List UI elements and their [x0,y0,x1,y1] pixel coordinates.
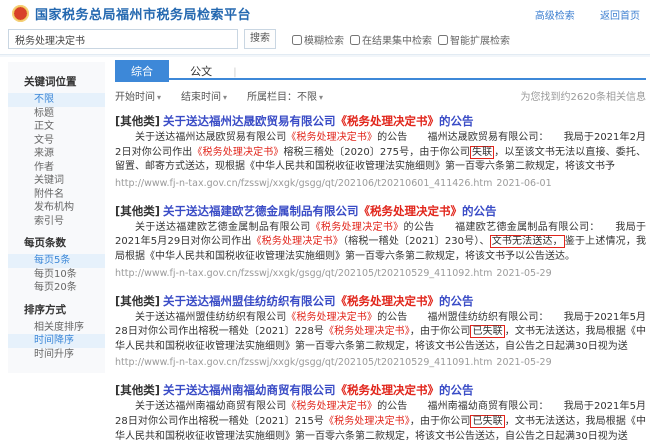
search-result-1: [其他类]关于送达福州达晟欧贸易有限公司《税务处理决定书》的公告 关于送达福州达… [115,114,646,189]
result-title: [其他类]关于送达福州达晟欧贸易有限公司《税务处理决定书》的公告 [115,114,646,128]
result-count: 为您找到约2620条相关信息 [521,88,646,103]
sidebar-item-10-per-page[interactable]: 每页10条 [8,268,105,282]
result-title: [其他类]关于送达福建欧艺德金属制品有限公司《税务处理决定书》的公告 [115,204,646,218]
result-title-link[interactable]: 关于送达福州达晟欧贸易有限公司《税务处理决定书》的公告 [163,114,474,128]
sidebar-group-page-size: 每页条数 [8,228,105,254]
result-date: 2021-05-29 [496,357,551,368]
chevron-down-icon: ▾ [319,93,323,102]
result-title-link[interactable]: 关于送达福建欧艺德金属制品有限公司《税务处理决定书》的公告 [163,204,497,218]
result-category: [其他类] [115,383,160,397]
sidebar-item-sort-time-desc[interactable]: 时间降序 [8,334,105,348]
category-filter[interactable]: 所属栏目：不限▾ [247,88,323,103]
search-button[interactable]: 搜索 [244,29,276,49]
start-time-filter[interactable]: 开始时间▾ [115,88,161,103]
fuzzy-search-checkbox[interactable] [292,35,302,45]
search-result-4: [其他类]关于送达福州南福幼商贸有限公司《税务处理决定书》的公告 关于送达福州南… [115,383,646,445]
result-url[interactable]: http://www.fj-n-tax.gov.cn/fzsswj/xxgk/g… [115,357,646,368]
sidebar-item-sort-relevance[interactable]: 相关度排序 [8,321,105,335]
result-snippet: 关于送达福建欧艺德金属制品有限公司《税务处理决定书》的公告 福建欧艺德金属制品有… [115,221,646,265]
result-tabs: 综合 公文 | [115,60,646,80]
smart-expand-option[interactable]: 智能扩展检索 [438,32,510,47]
result-title-link[interactable]: 关于送达福州盟佳纺纺织有限公司《税务处理决定书》的公告 [163,294,474,308]
sidebar-item-author[interactable]: 作者 [8,161,105,175]
result-title: [其他类]关于送达福州南福幼商贸有限公司《税务处理决定书》的公告 [115,383,646,397]
result-snippet: 关于送达福州盟佳纺纺织有限公司《税务处理决定书》的公告 福州盟佳纺纺织有限公司：… [115,311,646,355]
search-input[interactable] [8,29,238,49]
result-url[interactable]: http://www.fj-n-tax.gov.cn/fzsswj/xxgk/g… [115,178,646,189]
result-filter-row: 开始时间▾ 结束时间▾ 所属栏目：不限▾ 为您找到约2620条相关信息 [115,88,646,103]
sidebar-item-publisher[interactable]: 发布机构 [8,201,105,215]
sidebar-item-source[interactable]: 来源 [8,147,105,161]
sidebar-item-unlimited[interactable]: 不限 [8,93,105,107]
result-category: [其他类] [115,294,160,308]
sidebar-group-keyword-position: 关键词位置 [8,67,105,93]
advanced-search-link[interactable]: 高级检索 [535,11,575,22]
sidebar-item-index-number[interactable]: 索引号 [8,215,105,229]
result-title: [其他类]关于送达福州盟佳纺纺织有限公司《税务处理决定书》的公告 [115,294,646,308]
chevron-down-icon: ▾ [157,93,161,102]
search-in-results-checkbox[interactable] [350,35,360,45]
header-links: 高级检索 返回首页 [513,7,640,22]
result-category: [其他类] [115,204,160,218]
chevron-down-icon: ▾ [223,93,227,102]
search-platform-page: 国家税务总局福州市税务局检索平台 高级检索 返回首页 搜索 模糊检索 在结果集中… [0,0,650,445]
sidebar-item-body[interactable]: 正文 [8,120,105,134]
filter-sidebar: 关键词位置 不限 标题 正文 文号 来源 作者 关键词 附件名 发布机构 索引号… [8,62,105,373]
tab-comprehensive[interactable]: 综合 [115,60,169,82]
sidebar-item-20-per-page[interactable]: 每页20条 [8,281,105,295]
sidebar-item-title[interactable]: 标题 [8,107,105,121]
result-category: [其他类] [115,114,160,128]
search-in-results-option[interactable]: 在结果集中检索 [350,32,432,47]
sidebar-item-keyword[interactable]: 关键词 [8,174,105,188]
search-result-2: [其他类]关于送达福建欧艺德金属制品有限公司《税务处理决定书》的公告 关于送达福… [115,204,646,279]
fuzzy-search-option[interactable]: 模糊检索 [292,32,344,47]
sidebar-item-sort-time-asc[interactable]: 时间升序 [8,348,105,362]
back-home-link[interactable]: 返回首页 [600,11,640,22]
sidebar-group-sort-order: 排序方式 [8,295,105,321]
end-time-filter[interactable]: 结束时间▾ [181,88,227,103]
result-snippet: 关于送达福州达晟欧贸易有限公司《税务处理决定书》的公告 福州达晟欧贸易有限公司：… [115,131,646,175]
sidebar-item-5-per-page[interactable]: 每页5条 [8,254,105,268]
result-date: 2021-05-29 [496,268,551,279]
results-list: [其他类]关于送达福州达晟欧贸易有限公司《税务处理决定书》的公告 关于送达福州达… [115,114,646,445]
tab-separator: | [233,67,236,78]
result-date: 2021-06-01 [496,178,551,189]
smart-expand-checkbox[interactable] [438,35,448,45]
header: 国家税务总局福州市税务局检索平台 高级检索 返回首页 [0,0,650,27]
search-bar: 搜索 模糊检索 在结果集中检索 智能扩展检索 [8,29,650,51]
tab-official-documents[interactable]: 公文 [174,60,228,82]
result-snippet: 关于送达福州南福幼商贸有限公司《税务处理决定书》的公告 福州南福幼商贸有限公司：… [115,400,646,444]
search-options: 模糊检索 在结果集中检索 智能扩展检索 [292,32,516,47]
search-result-3: [其他类]关于送达福州盟佳纺纺织有限公司《税务处理决定书》的公告 关于送达福州盟… [115,294,646,369]
result-title-link[interactable]: 关于送达福州南福幼商贸有限公司《税务处理决定书》的公告 [163,383,474,397]
sidebar-item-attachment[interactable]: 附件名 [8,188,105,202]
site-title: 国家税务总局福州市税务局检索平台 [35,4,251,23]
result-url[interactable]: http://www.fj-n-tax.gov.cn/fzsswj/xxgk/g… [115,268,646,279]
header-divider [0,54,650,57]
tax-emblem-logo-icon [12,5,29,22]
sidebar-item-doc-number[interactable]: 文号 [8,134,105,148]
results-main: 综合 公文 | 开始时间▾ 结束时间▾ 所属栏目：不限▾ 为您找到约2620条相… [115,60,646,445]
